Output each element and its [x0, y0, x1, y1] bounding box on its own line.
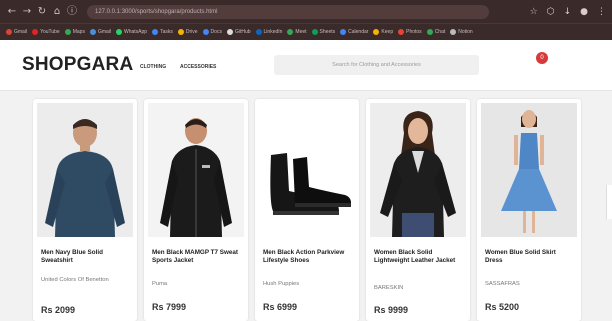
bookmark-favicon-icon: [177, 29, 184, 35]
product-price: Rs 9999: [374, 305, 409, 315]
bookmark-favicon-icon: [6, 29, 12, 35]
cart-badge[interactable]: 0: [536, 52, 548, 64]
product-price: Rs 6999: [263, 302, 298, 312]
downloads-icon[interactable]: ↓: [564, 7, 572, 17]
product-brand: BARESKIN: [374, 285, 404, 291]
bookmark-label: Meet: [295, 29, 307, 35]
bookmark-item[interactable]: Gmail: [6, 29, 27, 35]
bookmark-label: Photos: [406, 29, 422, 35]
bookmark-label: Calendar: [348, 29, 369, 35]
product-image[interactable]: [481, 103, 577, 237]
bookmark-label: Keep: [381, 29, 394, 35]
bookmark-favicon-icon: [116, 29, 123, 35]
product-name[interactable]: Men Black MAMGP T7 Sweat Sports Jacket: [152, 249, 240, 265]
bookmark-favicon-icon: [255, 29, 262, 35]
nav-clothing[interactable]: CLOTHING: [140, 64, 166, 70]
bookmark-label: WhatsApp: [124, 29, 148, 35]
bookmark-favicon-icon: [152, 29, 159, 35]
reload-icon[interactable]: ↻: [36, 6, 48, 18]
bookmark-label: Gmail: [97, 29, 112, 35]
product-name[interactable]: Men Navy Blue Solid Sweatshirt: [41, 249, 129, 265]
arrow-left-icon[interactable]: ←: [6, 6, 18, 18]
product-brand: United Colors Of Benetton: [41, 277, 109, 283]
bookmark-favicon-icon: [226, 29, 233, 35]
bookmark-favicon-icon: [32, 29, 39, 35]
lock-icon: ⓘ: [67, 5, 77, 17]
bookmark-item[interactable]: Docs: [202, 29, 222, 35]
product-image[interactable]: [370, 103, 466, 237]
bookmark-label: Tasks: [160, 29, 173, 35]
bookmark-label: Maps: [72, 29, 85, 35]
bookmark-favicon-icon: [398, 29, 405, 35]
profile-icon[interactable]: ●: [580, 7, 588, 17]
bookmark-item[interactable]: LinkedIn: [255, 29, 283, 35]
bookmark-favicon-icon: [64, 29, 71, 35]
home-icon[interactable]: ⌂: [51, 6, 63, 18]
bookmark-item[interactable]: GitHub: [226, 29, 251, 35]
bookmark-item[interactable]: YouTube: [32, 29, 60, 35]
browser-toolbar: ← → ↻ ⌂ ⓘ 127.0.0.1:3000/sports/shopgara…: [0, 0, 612, 23]
product-price: Rs 5200: [485, 302, 520, 312]
bookmark-label: Sheets: [319, 29, 336, 35]
product-price: Rs 2099: [41, 305, 76, 315]
extensions-icon[interactable]: ⬡: [547, 7, 555, 17]
bookmark-item[interactable]: Meet: [287, 29, 307, 35]
bookmark-item[interactable]: Photos: [398, 29, 422, 35]
product-price: Rs 7999: [152, 302, 187, 312]
bookmark-favicon-icon: [340, 29, 347, 35]
bookmark-item[interactable]: Chat: [426, 29, 446, 35]
product-card[interactable]: Men Black Action Parkview Lifestyle Shoe…: [255, 99, 359, 321]
product-image[interactable]: [37, 103, 133, 237]
bookmark-favicon-icon: [202, 29, 209, 35]
product-image[interactable]: [259, 103, 355, 237]
bookmark-label: Drive: [185, 29, 198, 35]
bookmark-label: Docs: [210, 29, 222, 35]
bookmark-item[interactable]: Gmail: [89, 29, 112, 35]
bookmark-item[interactable]: Calendar: [340, 29, 368, 35]
bookmark-item[interactable]: WhatsApp: [116, 29, 147, 35]
product-brand: Hush Puppies: [263, 281, 300, 287]
site-logo[interactable]: SHOPGARA: [22, 54, 133, 76]
product-brand: SASSAFRAS: [485, 281, 520, 287]
bookmark-item[interactable]: Drive: [177, 29, 198, 35]
bookmark-item[interactable]: Sheets: [311, 29, 336, 35]
site-header: SHOPGARA CLOTHING ACCESSORIES Search for…: [0, 40, 612, 91]
bookmark-item[interactable]: Notion: [450, 29, 473, 35]
bookmark-label: Gmail: [14, 29, 28, 35]
bookmark-label: Chat: [434, 29, 446, 35]
bookmark-item[interactable]: Tasks: [152, 29, 173, 35]
bookmark-item[interactable]: Maps: [64, 29, 85, 35]
bookmark-item[interactable]: Keep: [373, 29, 393, 35]
product-card[interactable]: Women Black Solid Lightweight Leather Ja…: [366, 99, 470, 321]
bookmark-label: Notion: [458, 29, 473, 35]
next-card-edge: [606, 185, 612, 219]
search-input[interactable]: Search for Clothing and Accessories: [274, 55, 479, 75]
nav-accessories[interactable]: ACCESSORIES: [180, 64, 216, 70]
product-name[interactable]: Women Blue Solid Skirt Dress: [485, 249, 573, 265]
product-card[interactable]: Women Blue Solid Skirt Dress SASSAFRAS Rs …: [477, 99, 581, 321]
bookmark-favicon-icon: [426, 29, 433, 35]
bookmark-favicon-icon: [450, 29, 457, 35]
star-icon[interactable]: ☆: [530, 7, 538, 17]
arrow-right-icon[interactable]: →: [21, 6, 33, 18]
bookmark-label: YouTube: [40, 29, 60, 35]
product-image[interactable]: [148, 103, 244, 237]
bookmark-label: GitHub: [234, 29, 251, 35]
bookmark-favicon-icon: [373, 29, 380, 35]
bookmark-favicon-icon: [89, 29, 96, 35]
product-card[interactable]: Men Black MAMGP T7 Sweat Sports Jacket Pu…: [144, 99, 248, 321]
bookmark-label: LinkedIn: [263, 29, 283, 35]
product-brand: Puma: [152, 281, 168, 287]
product-name[interactable]: Women Black Solid Lightweight Leather Ja…: [374, 249, 462, 265]
product-card[interactable]: Men Navy Blue Solid Sweatshirt United Col…: [33, 99, 137, 321]
address-bar[interactable]: 127.0.0.1:3000/sports/shopgara/products.…: [87, 4, 489, 19]
bookmark-favicon-icon: [311, 29, 318, 35]
bookmark-favicon-icon: [287, 29, 294, 35]
bookmarks-bar: Gmail YouTube Maps Gmail WhatsApp Tasks Drive D…: [0, 23, 612, 40]
menu-icon[interactable]: ⋮: [597, 7, 606, 17]
product-name[interactable]: Men Black Action Parkview Lifestyle Shoe…: [263, 249, 351, 265]
